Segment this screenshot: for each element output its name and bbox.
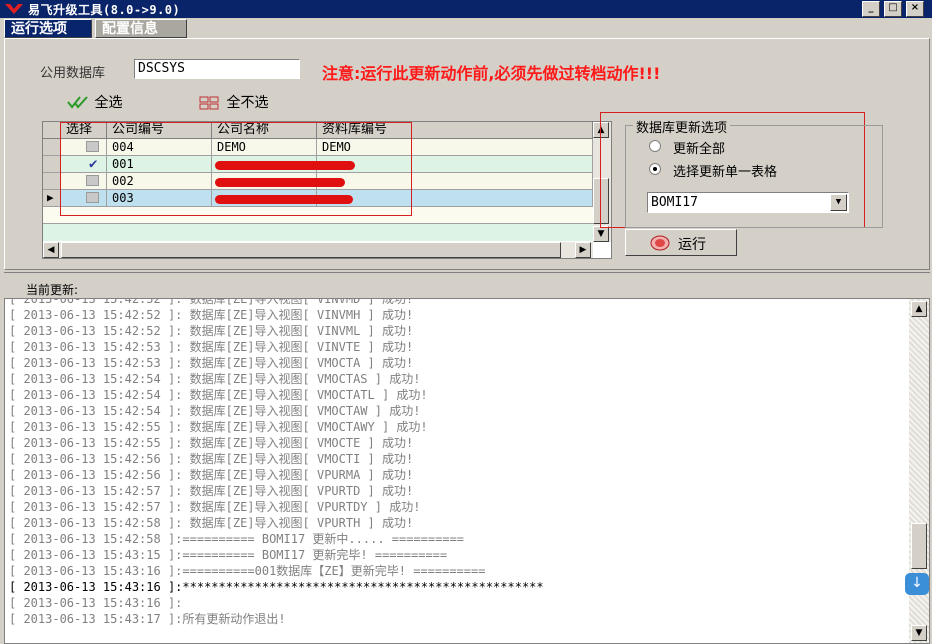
select-all-label: 全选 (94, 95, 123, 111)
log-line: [ 2013-06-13 15:42:53 ]: 数据库[ZE]导入视图[ VM… (9, 356, 414, 370)
log-line: [ 2013-06-13 15:42:56 ]: 数据库[ZE]导入视图[ VM… (9, 452, 414, 466)
log-line: [ 2013-06-13 15:43:16 ]:****************… (9, 580, 544, 594)
select-none-label: 全不选 (226, 95, 269, 111)
check-all-icon (67, 96, 88, 109)
row-indicator (43, 156, 61, 173)
minimize-button[interactable]: _ (862, 1, 880, 17)
log-line: [ 2013-06-13 15:42:52 ]: 数据库[ZE]导入视图[ VI… (9, 298, 414, 306)
log-line: [ 2013-06-13 15:42:57 ]: 数据库[ZE]导入视图[ VP… (9, 484, 414, 498)
app-logo-icon (5, 4, 23, 14)
close-button[interactable]: × (906, 1, 924, 17)
radio-update-single-label: 选择更新单一表格 (673, 165, 778, 180)
scroll-left-icon[interactable]: ◀ (43, 242, 59, 258)
current-update-label: 当前更新: (26, 283, 79, 297)
divider (4, 272, 930, 273)
log-line: [ 2013-06-13 15:42:53 ]: 数据库[ZE]导入视图[ VI… (9, 340, 414, 354)
row-indicator (43, 173, 61, 190)
run-icon (650, 235, 670, 251)
scroll-up-icon[interactable]: ▲ (911, 301, 927, 317)
highlight-box (60, 122, 412, 216)
log-line: [ 2013-06-13 15:43:16 ]: (9, 596, 183, 610)
log-line: [ 2013-06-13 15:42:52 ]: 数据库[ZE]导入视图[ VI… (9, 308, 414, 322)
row-indicator-header (43, 122, 61, 139)
run-button-label: 运行 (678, 237, 706, 253)
log-line: [ 2013-06-13 15:42:52 ]: 数据库[ZE]导入视图[ VI… (9, 324, 414, 338)
log-line: [ 2013-06-13 15:43:16 ]:==========001数据库… (9, 564, 486, 578)
current-row-arrow-icon: ▶ (43, 190, 61, 207)
common-db-input[interactable]: DSCSYS (134, 59, 300, 79)
db-field-label: 公用数据库 (40, 66, 106, 81)
scroll-to-bottom-icon[interactable]: ↓ (905, 573, 929, 595)
tab-config-info[interactable]: 配置信息 (95, 19, 187, 38)
radio-update-all[interactable] (649, 140, 661, 152)
maximize-button[interactable]: □ (884, 1, 902, 17)
tab-run-options[interactable]: 运行选项 (4, 19, 92, 38)
log-line: [ 2013-06-13 15:42:58 ]:========== BOMI1… (9, 532, 465, 546)
warning-text: 注意:运行此更新动作前,必须先做过转档动作!!! (322, 64, 661, 83)
log-line: [ 2013-06-13 15:42:54 ]: 数据库[ZE]导入视图[ VM… (9, 404, 421, 418)
radio-update-all-label: 更新全部 (673, 142, 726, 157)
select-all-button[interactable]: 全选 (66, 92, 122, 112)
log-line: [ 2013-06-13 15:42:54 ]: 数据库[ZE]导入视图[ VM… (9, 388, 428, 402)
scroll-down-icon[interactable]: ▼ (593, 226, 609, 242)
run-button[interactable]: 运行 (625, 229, 737, 256)
title-bar: 易飞升级工具(8.0->9.0) _ □ × (0, 0, 932, 18)
uncheck-all-icon (199, 96, 219, 110)
select-none-button[interactable]: 全不选 (198, 92, 268, 112)
log-output[interactable]: [ 2013-06-13 15:42:52 ]: 数据库[ZE]导入视图[ VI… (4, 298, 930, 644)
scroll-down-icon[interactable]: ▼ (911, 625, 927, 641)
empty-row (43, 224, 593, 241)
radio-update-single[interactable] (649, 163, 661, 175)
log-scroll-thumb[interactable] (911, 523, 927, 569)
chevron-down-icon[interactable]: ▼ (830, 194, 847, 211)
window-title: 易飞升级工具(8.0->9.0) (28, 3, 181, 17)
log-line: [ 2013-06-13 15:43:15 ]:========== BOMI1… (9, 548, 448, 562)
table-select-value: BOMI17 (651, 195, 698, 210)
table-select[interactable]: BOMI17 ▼ (647, 192, 849, 213)
log-line: [ 2013-06-13 15:42:58 ]: 数据库[ZE]导入视图[ VP… (9, 516, 414, 530)
log-line: [ 2013-06-13 15:42:54 ]: 数据库[ZE]导入视图[ VM… (9, 372, 421, 386)
log-line: [ 2013-06-13 15:42:57 ]: 数据库[ZE]导入视图[ VP… (9, 500, 421, 514)
log-line: [ 2013-06-13 15:43:17 ]:所有更新动作退出! (9, 612, 286, 626)
log-line: [ 2013-06-13 15:42:55 ]: 数据库[ZE]导入视图[ VM… (9, 420, 428, 434)
log-line: [ 2013-06-13 15:42:56 ]: 数据库[ZE]导入视图[ VP… (9, 468, 414, 482)
log-line: [ 2013-06-13 15:42:55 ]: 数据库[ZE]导入视图[ VM… (9, 436, 414, 450)
row-indicator (43, 139, 61, 156)
h-scroll-thumb[interactable] (61, 242, 561, 258)
grid-horizontal-scrollbar[interactable]: ◀ ▶ (43, 242, 593, 258)
update-options-title: 数据库更新选项 (633, 117, 731, 136)
scroll-right-icon[interactable]: ▶ (575, 242, 591, 258)
